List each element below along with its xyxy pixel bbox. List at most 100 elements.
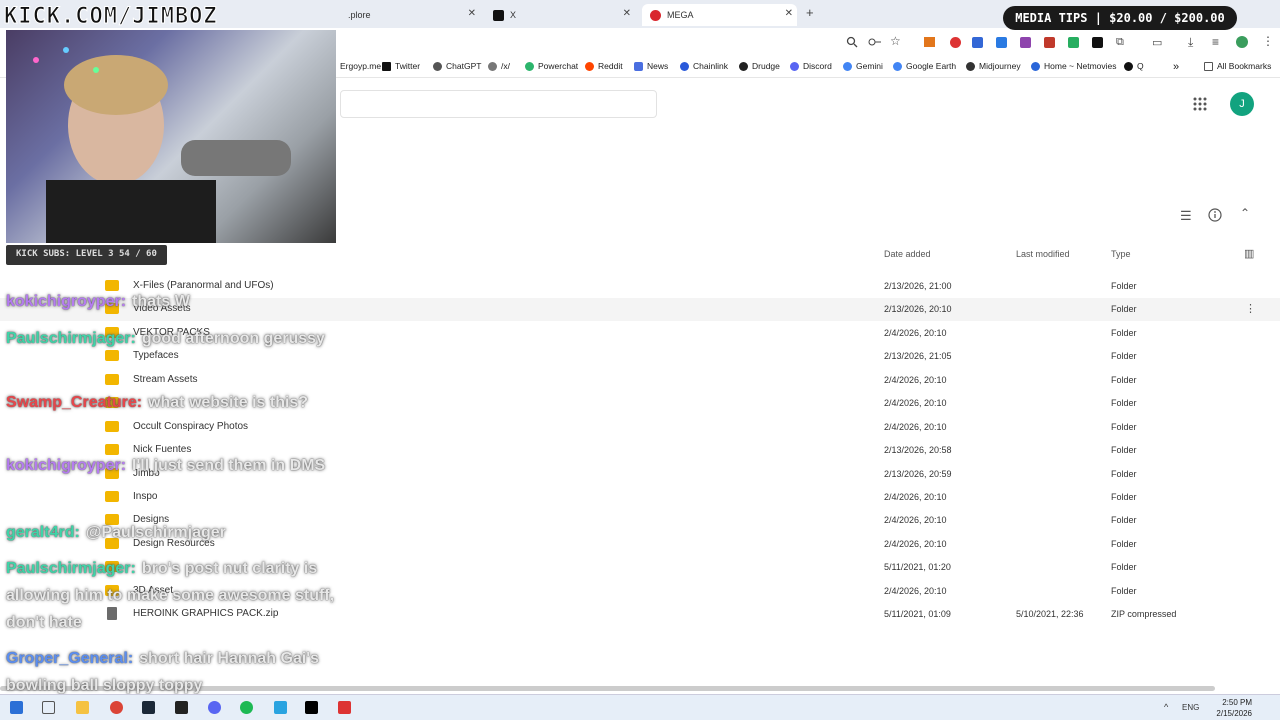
- chat-text: what website is this?: [148, 394, 309, 411]
- powerchat-icon: [525, 61, 534, 71]
- bookmark-item[interactable]: Ergoyp.me: [340, 61, 381, 71]
- tab-label: MEGA: [667, 10, 694, 20]
- tab-x[interactable]: X ✕: [485, 4, 635, 26]
- tab-explore[interactable]: .plore ✕: [340, 4, 480, 26]
- task-view-icon[interactable]: [42, 701, 55, 714]
- bookmark-label: Home ~ Netmovies: [1044, 61, 1117, 71]
- sidepanel-icon[interactable]: ▭: [1152, 36, 1162, 49]
- extension-icon[interactable]: [1068, 37, 1079, 48]
- x-extension-icon[interactable]: [1092, 37, 1103, 48]
- q-icon: [1124, 61, 1133, 71]
- chat-username: kokichigroyper:: [6, 293, 127, 310]
- puzzle-icon[interactable]: ⧉: [1116, 36, 1124, 49]
- chat-text: thats W: [132, 293, 190, 310]
- table-row[interactable]: Occult Conspiracy Photos 2/4/2026, 20:10 F…: [0, 416, 1280, 439]
- chat-username: kokichigroyper:: [6, 457, 127, 474]
- language-indicator[interactable]: ENG: [1182, 703, 1199, 712]
- metamask-icon[interactable]: [924, 37, 935, 47]
- avatar[interactable]: J: [1230, 92, 1254, 116]
- bookmark-item[interactable]: Home ~ Netmovies: [1031, 61, 1117, 71]
- apps-grid-icon[interactable]: [1193, 97, 1207, 111]
- more-options-icon[interactable]: ⋮: [1245, 302, 1256, 315]
- close-icon[interactable]: ✕: [785, 8, 793, 19]
- clock[interactable]: 2:50 PM 2/15/2026: [1200, 697, 1252, 719]
- close-icon[interactable]: ✕: [468, 8, 476, 19]
- bookmark-item[interactable]: Reddit: [585, 61, 623, 71]
- bookmark-item[interactable]: Chainlink: [680, 61, 728, 71]
- extension-icon[interactable]: [1044, 37, 1055, 48]
- spotify-icon[interactable]: [240, 701, 253, 714]
- bookmark-item[interactable]: Gemini: [843, 61, 883, 71]
- more-bookmarks-icon[interactable]: »: [1173, 61, 1179, 73]
- bookmark-item[interactable]: Drudge: [739, 61, 780, 71]
- column-header-date-added[interactable]: Date added: [884, 249, 931, 259]
- clock-date: 2/15/2026: [1216, 709, 1252, 718]
- bookmark-item[interactable]: Google Earth: [893, 61, 956, 71]
- extension-icon[interactable]: [950, 37, 961, 48]
- column-header-last-modified[interactable]: Last modified: [1016, 249, 1070, 259]
- telegram-icon[interactable]: [274, 701, 287, 714]
- columns-settings-icon[interactable]: ▥: [1244, 247, 1254, 260]
- midjourney-icon: [966, 61, 975, 71]
- folder-icon: [105, 491, 119, 502]
- profile-icon[interactable]: [1236, 36, 1248, 48]
- steam-icon[interactable]: [142, 701, 155, 714]
- date-added: 2/4/2026, 20:10: [884, 586, 947, 596]
- bookmark-item[interactable]: /x/: [488, 61, 510, 71]
- bookmark-item[interactable]: Discord: [790, 61, 832, 71]
- bookmark-item[interactable]: News: [634, 61, 668, 71]
- file-type: Folder: [1111, 281, 1137, 291]
- chat-username: Paulschirmjager:: [6, 330, 136, 347]
- screen: .plore ✕ X ✕ MEGA ✕ + ☆ ⧉ ▭ ⤓ ≡ ⋮ Ergoyp…: [0, 0, 1280, 720]
- file-explorer-icon[interactable]: [76, 701, 89, 714]
- chevron-up-icon[interactable]: ^: [1164, 702, 1168, 712]
- extension-icon[interactable]: [972, 37, 983, 48]
- download-icon[interactable]: ⤓: [1188, 35, 1193, 50]
- date-added: 2/13/2026, 21:00: [884, 281, 952, 291]
- list-view-icon[interactable]: ☰: [1180, 208, 1192, 224]
- file-name[interactable]: Occult Conspiracy Photos: [133, 421, 248, 432]
- bookmark-item[interactable]: Twitter: [382, 61, 420, 71]
- reading-list-icon[interactable]: ≡: [1212, 35, 1219, 49]
- last-modified: 5/10/2021, 22:36: [1016, 609, 1084, 619]
- file-name[interactable]: Stream Assets: [133, 374, 197, 385]
- bookmark-label: Discord: [803, 61, 832, 71]
- bookmark-item[interactable]: Powerchat: [525, 61, 578, 71]
- close-icon[interactable]: ✕: [623, 8, 631, 19]
- menu-icon[interactable]: ⋮: [1262, 34, 1274, 48]
- tab-mega[interactable]: MEGA ✕: [642, 4, 797, 26]
- bookmark-item[interactable]: Midjourney: [966, 61, 1021, 71]
- app-icon[interactable]: [338, 701, 351, 714]
- column-header-type[interactable]: Type: [1111, 249, 1131, 259]
- chat-message: Paulschirmjager: good afternoon gerussy: [6, 325, 366, 352]
- file-type: Folder: [1111, 539, 1137, 549]
- table-row[interactable]: Inspo 2/4/2026, 20:10 Folder: [0, 486, 1280, 509]
- x-app-icon[interactable]: [305, 701, 318, 714]
- chat-message: kokichigroyper: I'll just send them in DM…: [6, 452, 366, 479]
- chat-username: Groper_General:: [6, 650, 134, 667]
- chainlink-icon: [680, 61, 689, 71]
- new-tab-icon[interactable]: +: [806, 5, 814, 20]
- chat-username: Paulschirmjager:: [6, 560, 136, 577]
- file-name[interactable]: Inspo: [133, 491, 157, 502]
- password-key-icon[interactable]: [868, 37, 882, 47]
- discord-icon[interactable]: [208, 701, 221, 714]
- bookmark-item[interactable]: Q: [1124, 61, 1144, 71]
- all-bookmarks[interactable]: All Bookmarks: [1204, 61, 1271, 71]
- zoom-icon[interactable]: [846, 36, 858, 48]
- bookmark-label: Drudge: [752, 61, 780, 71]
- chrome-icon[interactable]: [110, 701, 123, 714]
- collapse-icon[interactable]: ⌃: [1240, 206, 1250, 220]
- chat-text: @Paulschirmjager: [85, 524, 226, 541]
- windows-start-icon[interactable]: [10, 701, 23, 714]
- search-input[interactable]: [340, 90, 657, 118]
- info-icon[interactable]: [1208, 208, 1222, 222]
- star-icon[interactable]: ☆: [890, 34, 901, 48]
- bookmark-label: Powerchat: [538, 61, 579, 71]
- gemini-icon: [843, 61, 852, 71]
- extension-icon[interactable]: [1020, 37, 1031, 48]
- bookmark-item[interactable]: ChatGPT: [433, 61, 481, 71]
- terminal-icon[interactable]: [175, 701, 188, 714]
- extension-icon[interactable]: [996, 37, 1007, 48]
- bookmark-label: Reddit: [598, 61, 623, 71]
